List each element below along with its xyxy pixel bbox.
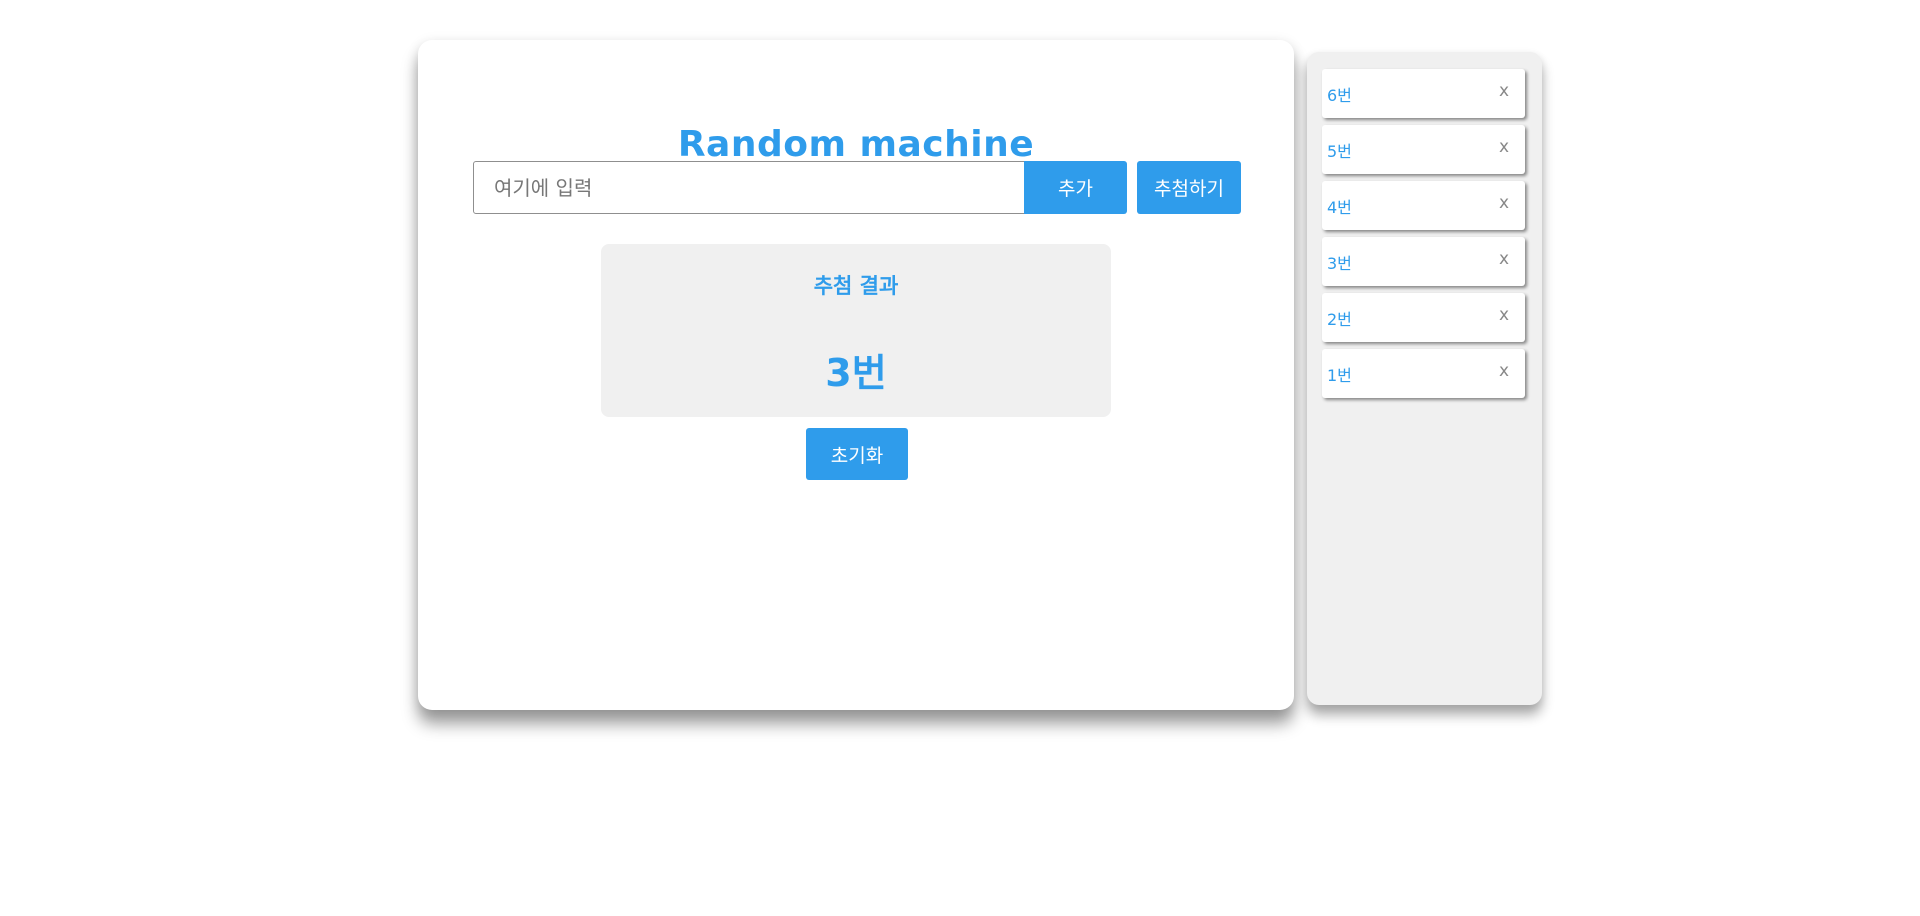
add-button[interactable]: 추가 [1024,161,1127,214]
close-icon[interactable]: x [1499,81,1509,101]
list-item-label: 6번 [1327,86,1352,105]
main-card: Random machine 추가 추첨하기 추첨 결과 3번 초기화 [418,40,1294,710]
list-item: 1번 x [1322,349,1525,398]
result-value: 3번 [825,351,887,395]
list-item: 6번 x [1322,69,1525,118]
app-title: Random machine [677,124,1035,165]
list-item: 3번 x [1322,237,1525,286]
draw-button[interactable]: 추첨하기 [1137,161,1241,214]
list-item-label: 3번 [1327,254,1352,273]
list-item: 2번 x [1322,293,1525,342]
list-item-label: 5번 [1327,142,1352,161]
reset-button[interactable]: 초기화 [806,428,908,480]
close-icon[interactable]: x [1499,361,1509,381]
result-title: 추첨 결과 [813,274,899,298]
list-item: 4번 x [1322,181,1525,230]
list-item-label: 2번 [1327,310,1352,329]
result-box: 추첨 결과 3번 [601,244,1111,417]
input-row: 추가 추첨하기 [473,161,1241,214]
list-item-label: 1번 [1327,366,1352,385]
entry-list-panel: 6번 x 5번 x 4번 x 3번 x 2번 x 1번 x [1307,52,1542,705]
list-item-label: 4번 [1327,198,1352,217]
close-icon[interactable]: x [1499,305,1509,325]
close-icon[interactable]: x [1499,137,1509,157]
close-icon[interactable]: x [1499,249,1509,269]
close-icon[interactable]: x [1499,193,1509,213]
entry-input[interactable] [473,161,1025,214]
list-item: 5번 x [1322,125,1525,174]
